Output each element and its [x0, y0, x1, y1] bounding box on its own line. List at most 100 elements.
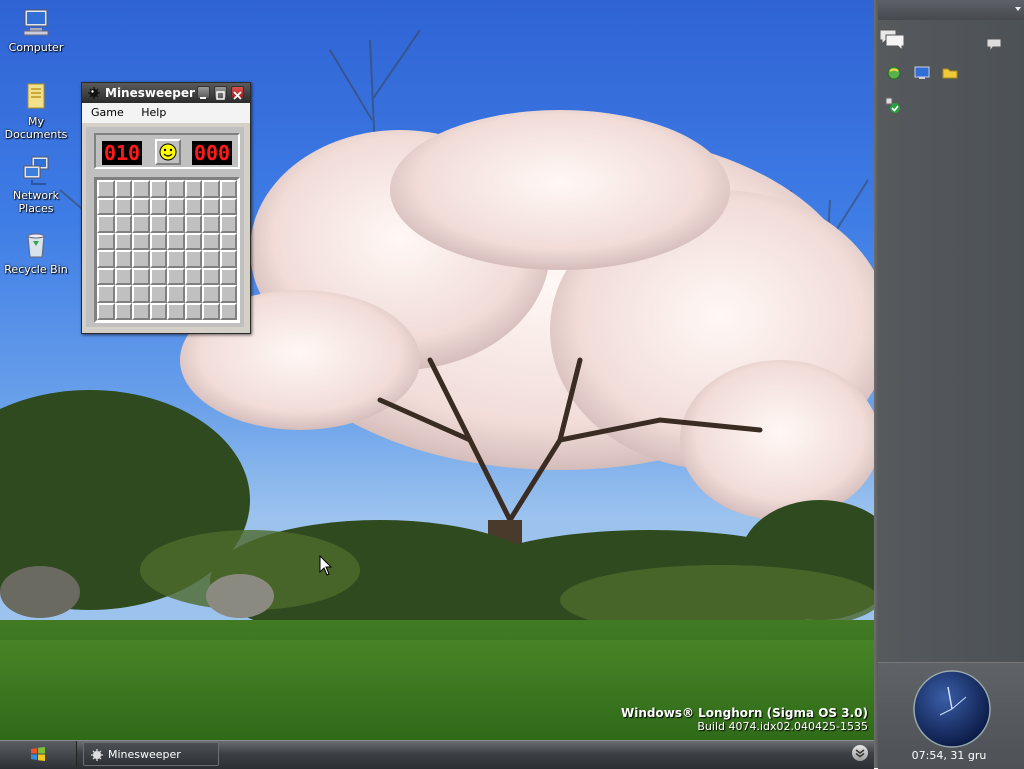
mine-cell[interactable] — [132, 285, 150, 303]
new-game-button[interactable] — [155, 139, 181, 165]
mine-cell[interactable] — [167, 302, 185, 320]
menu-help[interactable]: Help — [134, 106, 173, 119]
mine-cell[interactable] — [97, 250, 115, 268]
menu-bar: Game Help — [82, 103, 250, 123]
mine-cell[interactable] — [167, 267, 185, 285]
mine-cell[interactable] — [114, 180, 132, 198]
window-title: Minesweeper — [105, 86, 195, 100]
mine-cell[interactable] — [114, 215, 132, 233]
desktop-icon-network-places[interactable]: Network Places — [0, 154, 72, 215]
timer: 000 — [192, 141, 232, 165]
mine-cell[interactable] — [167, 250, 185, 268]
desktop-icon-label: My Documents — [4, 115, 68, 141]
folder-icon[interactable] — [942, 65, 958, 81]
mine-cell[interactable] — [202, 180, 220, 198]
mine-cell[interactable] — [97, 302, 115, 320]
mine-cell[interactable] — [114, 267, 132, 285]
globe-icon[interactable] — [886, 65, 902, 81]
mine-cell[interactable] — [132, 302, 150, 320]
mine-cell[interactable] — [202, 285, 220, 303]
maximize-icon — [216, 91, 225, 100]
mine-cell[interactable] — [97, 215, 115, 233]
desktop-icon-computer[interactable]: Computer — [0, 6, 72, 54]
mine-cell[interactable] — [149, 250, 167, 268]
mine-cell[interactable] — [114, 250, 132, 268]
mine-cell[interactable] — [184, 302, 202, 320]
mine-cell[interactable] — [167, 232, 185, 250]
mine-cell[interactable] — [149, 197, 167, 215]
status-panel: 010 000 — [94, 133, 240, 169]
chat-bubble-icon[interactable] — [986, 38, 1002, 52]
mine-cell[interactable] — [114, 232, 132, 250]
mine-cell[interactable] — [97, 285, 115, 303]
mine-cell[interactable] — [219, 302, 237, 320]
mine-cell[interactable] — [219, 180, 237, 198]
chevron-down-icon[interactable] — [1014, 5, 1022, 13]
window-title-bar[interactable]: Minesweeper — [82, 83, 250, 103]
mine-cell[interactable] — [219, 215, 237, 233]
mine-cell[interactable] — [184, 232, 202, 250]
messenger-tile-icon[interactable] — [878, 26, 908, 52]
recycle-bin-icon — [27, 233, 45, 258]
mine-cell[interactable] — [184, 197, 202, 215]
minimize-button[interactable] — [197, 86, 210, 99]
mine-cell[interactable] — [184, 285, 202, 303]
mine-cell[interactable] — [219, 232, 237, 250]
mine-cell[interactable] — [184, 267, 202, 285]
mine-cell[interactable] — [219, 250, 237, 268]
mine-cell[interactable] — [184, 180, 202, 198]
mine-cell[interactable] — [202, 250, 220, 268]
mine-cell[interactable] — [114, 285, 132, 303]
mine-cell[interactable] — [184, 250, 202, 268]
watermark-os-name: Windows® Longhorn (Sigma OS 3.0) — [621, 706, 868, 720]
computer-icon — [23, 9, 49, 36]
taskbar-item-minesweeper[interactable]: Minesweeper — [83, 742, 219, 766]
mine-cell[interactable] — [149, 180, 167, 198]
mine-cell[interactable] — [167, 285, 185, 303]
mine-cell[interactable] — [149, 285, 167, 303]
mine-cell[interactable] — [149, 267, 167, 285]
mine-cell[interactable] — [132, 232, 150, 250]
mine-cell[interactable] — [132, 180, 150, 198]
mine-cell[interactable] — [167, 180, 185, 198]
mine-cell[interactable] — [202, 215, 220, 233]
mine-cell[interactable] — [114, 197, 132, 215]
mine-cell[interactable] — [202, 197, 220, 215]
mine-cell[interactable] — [132, 215, 150, 233]
taskbar-item-label: Minesweeper — [108, 748, 181, 761]
close-button[interactable] — [231, 86, 244, 100]
mine-cell[interactable] — [149, 232, 167, 250]
mine-cell[interactable] — [97, 197, 115, 215]
desktop-icon-my-documents[interactable]: My Documents — [0, 80, 72, 141]
mine-cell[interactable] — [132, 250, 150, 268]
mine-cell[interactable] — [97, 232, 115, 250]
maximize-button[interactable] — [214, 86, 227, 100]
security-shield-icon[interactable] — [884, 97, 902, 115]
mine-cell[interactable] — [167, 197, 185, 215]
mine-cell[interactable] — [149, 302, 167, 320]
taskbar: Minesweeper — [0, 740, 874, 769]
menu-game[interactable]: Game — [84, 106, 131, 119]
mine-cell[interactable] — [97, 267, 115, 285]
mine-cell[interactable] — [114, 302, 132, 320]
desktop-screen-icon[interactable] — [914, 65, 930, 81]
mine-cell[interactable] — [202, 302, 220, 320]
mine-cell[interactable] — [202, 267, 220, 285]
tray-expand-button[interactable] — [852, 745, 868, 761]
watermark-build: Build 4074.idx02.040425-1535 — [697, 720, 868, 733]
desktop-icon-label: Recycle Bin — [4, 263, 68, 276]
mine-cell[interactable] — [132, 267, 150, 285]
mine-cell[interactable] — [219, 285, 237, 303]
mine-cell[interactable] — [184, 215, 202, 233]
minesweeper-window[interactable]: Minesweeper Game Help 010 000 — [81, 82, 251, 334]
double-chevron-down-icon — [855, 749, 865, 758]
desktop-icon-recycle-bin[interactable]: Recycle Bin — [0, 228, 72, 276]
mine-cell[interactable] — [202, 232, 220, 250]
mine-cell[interactable] — [219, 267, 237, 285]
mine-cell[interactable] — [97, 180, 115, 198]
mine-cell[interactable] — [149, 215, 167, 233]
mine-cell[interactable] — [167, 215, 185, 233]
start-button[interactable] — [0, 741, 77, 767]
mine-cell[interactable] — [132, 197, 150, 215]
mine-cell[interactable] — [219, 197, 237, 215]
